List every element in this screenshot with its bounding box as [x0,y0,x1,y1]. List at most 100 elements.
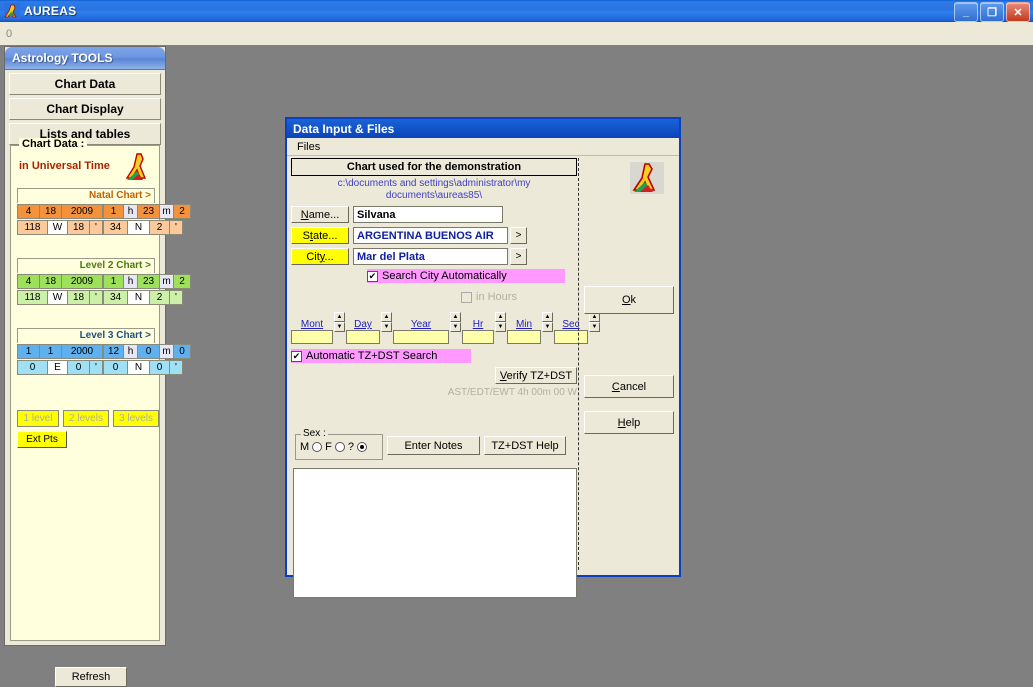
state-input[interactable]: ARGENTINA BUENOS AIR [353,227,508,244]
chart-time-cell[interactable]: h [124,205,138,218]
chart-time-cell[interactable]: 1 [104,275,124,288]
chart-date-cell[interactable]: 4 [18,275,40,288]
chart-time-cell[interactable]: m [160,345,174,358]
chart-time-cell[interactable]: m [160,205,174,218]
spinner-label[interactable]: Year [393,319,449,330]
spinner-up-icon[interactable]: ▲ [334,312,345,322]
chart-latitude-cell[interactable]: ' [170,291,182,304]
level-1-button[interactable]: 1 level [17,410,59,427]
help-button[interactable]: Help [584,411,674,434]
chart-time-cell[interactable]: h [124,275,138,288]
chart-date-cell[interactable]: 2000 [62,345,102,358]
ok-button[interactable]: Ok [584,286,674,314]
enter-notes-button[interactable]: Enter Notes [387,436,480,455]
search-city-checkbox[interactable]: ✔ [367,270,378,282]
chart-latitude-cell[interactable]: N [128,221,150,234]
chart-time-cell[interactable]: 0 [174,345,190,358]
chart-longitude-cell[interactable]: ' [90,291,102,304]
spinner-label[interactable]: Hr [462,319,494,330]
chart-date-cell[interactable]: 18 [40,205,62,218]
chart-time-cell[interactable]: 12 [104,345,124,358]
chart-latitude-cell[interactable]: N [128,291,150,304]
refresh-button[interactable]: Refresh [55,667,127,687]
spinner-up-icon[interactable]: ▲ [542,312,553,322]
search-city-automatically-row[interactable]: ✔ Search City Automatically [367,269,565,283]
chart-latitude-cell[interactable]: ' [170,221,182,234]
chart-longitude-cell[interactable]: 0 [18,361,48,374]
city-button[interactable]: City... [291,248,349,265]
chart-block-heading[interactable]: Level 3 Chart > [17,328,155,343]
sidebar-item-chart-display[interactable]: Chart Display [9,98,161,120]
spinner-up-icon[interactable]: ▲ [450,312,461,322]
spinner-down-icon[interactable]: ▼ [495,322,506,332]
chart-latitude-cell[interactable]: 0 [104,361,128,374]
level-3-button[interactable]: 3 levels [113,410,159,427]
chart-longitude-cell[interactable]: 0 [68,361,90,374]
state-browse-button[interactable]: > [510,227,527,244]
city-browse-button[interactable]: > [510,248,527,265]
chart-time-cell[interactable]: m [160,275,174,288]
cancel-button[interactable]: Cancel [584,375,674,398]
chart-latitude-cell[interactable]: 34 [104,221,128,234]
menu-item-files[interactable]: Files [293,141,324,153]
notes-textarea[interactable] [293,468,577,598]
spinner-up-icon[interactable]: ▲ [495,312,506,322]
chart-longitude-cell[interactable]: W [48,291,68,304]
chart-time-cell[interactable]: 2 [174,275,190,288]
chart-longitude-cell[interactable]: E [48,361,68,374]
chart-date-cell[interactable]: 1 [40,345,62,358]
spinner-down-icon[interactable]: ▼ [381,322,392,332]
chart-latitude-cell[interactable]: ' [170,361,182,374]
chart-longitude-cell[interactable]: ' [90,361,102,374]
chart-date-cell[interactable]: 4 [18,205,40,218]
in-hours-row[interactable]: in Hours [461,291,577,303]
spinner-input[interactable] [346,330,380,344]
chart-time-cell[interactable]: 2 [174,205,190,218]
chart-latitude-cell[interactable]: 34 [104,291,128,304]
minimize-button[interactable]: _ [954,2,978,22]
sex-radio-unknown[interactable] [357,442,368,452]
chart-date-cell[interactable]: 2009 [62,275,102,288]
spinner-input[interactable] [507,330,541,344]
chart-latitude-cell[interactable]: 2 [150,221,170,234]
level-2-button[interactable]: 2 levels [63,410,109,427]
chart-longitude-cell[interactable]: 118 [18,221,48,234]
verify-tz-dst-button[interactable]: Verify TZ+DST [495,367,577,384]
chart-block-heading[interactable]: Natal Chart > [17,188,155,203]
spinner-input[interactable] [393,330,449,344]
spinner-label[interactable]: Day [346,319,380,330]
chart-longitude-cell[interactable]: 18 [68,221,90,234]
spinner-input[interactable] [291,330,333,344]
automatic-tz-dst-row[interactable]: ✔ Automatic TZ+DST Search [291,349,471,363]
in-hours-checkbox[interactable] [461,291,472,303]
state-button[interactable]: State... [291,227,349,244]
sex-radio-f[interactable] [334,442,345,452]
spinner-label[interactable]: Mont [291,319,333,330]
chart-latitude-cell[interactable]: 2 [150,291,170,304]
chart-time-cell[interactable]: 0 [138,345,160,358]
chart-time-cell[interactable]: 23 [138,275,160,288]
spinner-input[interactable] [462,330,494,344]
chart-date-cell[interactable]: 1 [18,345,40,358]
spinner-label[interactable]: Min [507,319,541,330]
spinner-down-icon[interactable]: ▼ [334,322,345,332]
sidebar-item-chart-data[interactable]: Chart Data [9,73,161,95]
spinner-down-icon[interactable]: ▼ [450,322,461,332]
sex-radio-m[interactable] [312,442,323,452]
chart-latitude-cell[interactable]: N [128,361,150,374]
city-input[interactable]: Mar del Plata [353,248,508,265]
chart-longitude-cell[interactable]: 18 [68,291,90,304]
close-button[interactable]: ✕ [1006,2,1030,22]
chart-time-cell[interactable]: h [124,345,138,358]
name-button[interactable]: Name... [291,206,349,223]
spinner-up-icon[interactable]: ▲ [381,312,392,322]
chart-time-cell[interactable]: 1 [104,205,124,218]
chart-longitude-cell[interactable]: ' [90,221,102,234]
spinner-down-icon[interactable]: ▼ [542,322,553,332]
chart-date-cell[interactable]: 18 [40,275,62,288]
chart-longitude-cell[interactable]: W [48,221,68,234]
chart-time-cell[interactable]: 23 [138,205,160,218]
chart-latitude-cell[interactable]: 0 [150,361,170,374]
automatic-tz-checkbox[interactable]: ✔ [291,350,302,362]
name-input[interactable]: Silvana [353,206,503,223]
